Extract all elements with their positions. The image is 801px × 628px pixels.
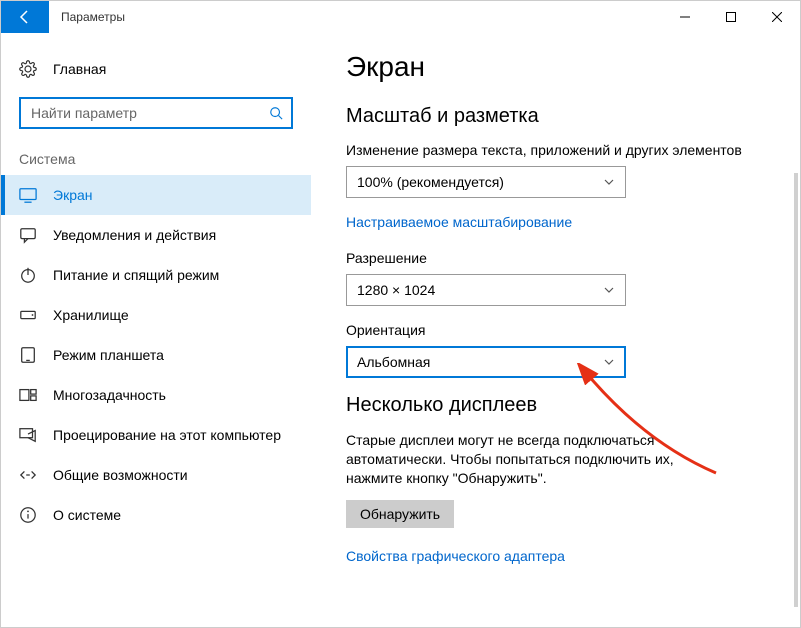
shared-icon	[19, 466, 37, 484]
resolution-label: Разрешение	[346, 250, 780, 266]
maximize-icon	[726, 12, 736, 22]
home-label: Главная	[53, 61, 106, 77]
chevron-down-icon	[603, 356, 615, 368]
orientation-combo[interactable]: Альбомная	[346, 346, 626, 378]
close-icon	[772, 12, 782, 22]
display-icon	[19, 186, 37, 204]
multitask-icon	[19, 386, 37, 404]
chevron-down-icon	[603, 284, 615, 296]
nav-item-tablet[interactable]: Режим планшета	[1, 335, 311, 375]
maximize-button[interactable]	[708, 1, 754, 33]
nav-label: Уведомления и действия	[53, 227, 216, 243]
sidebar: Главная Система Экран Уведомле	[1, 33, 311, 627]
nav-list: Экран Уведомления и действия Питание и с…	[1, 175, 311, 535]
nav-item-projecting[interactable]: Проецирование на этот компьютер	[1, 415, 311, 455]
nav-item-notifications[interactable]: Уведомления и действия	[1, 215, 311, 255]
window-controls	[662, 1, 800, 33]
gear-icon	[19, 60, 37, 78]
nav-label: Многозадачность	[53, 387, 166, 403]
titlebar: Параметры	[1, 1, 800, 33]
close-button[interactable]	[754, 1, 800, 33]
window-title: Параметры	[49, 1, 125, 33]
orientation-label: Ориентация	[346, 322, 780, 338]
scrollbar[interactable]	[794, 173, 798, 607]
project-icon	[19, 426, 37, 444]
main-content: Экран Масштаб и разметка Изменение разме…	[311, 33, 800, 627]
nav-item-about[interactable]: О системе	[1, 495, 311, 535]
nav-label: Общие возможности	[53, 467, 188, 483]
nav-item-display[interactable]: Экран	[1, 175, 311, 215]
info-icon	[19, 506, 37, 524]
chat-icon	[19, 226, 37, 244]
arrow-left-icon	[17, 9, 33, 25]
settings-window: Параметры Главная	[0, 0, 801, 628]
nav-label: О системе	[53, 507, 121, 523]
scale-label: Изменение размера текста, приложений и д…	[346, 142, 780, 158]
nav-item-multitasking[interactable]: Многозадачность	[1, 375, 311, 415]
minimize-button[interactable]	[662, 1, 708, 33]
section-scale-heading: Масштаб и разметка	[346, 105, 780, 128]
orientation-value: Альбомная	[357, 354, 430, 370]
storage-icon	[19, 306, 37, 324]
multi-desc: Старые дисплеи могут не всегда подключат…	[346, 431, 726, 488]
tablet-icon	[19, 346, 37, 364]
resolution-value: 1280 × 1024	[357, 282, 435, 298]
nav-item-power[interactable]: Питание и спящий режим	[1, 255, 311, 295]
home-nav[interactable]: Главная	[1, 51, 311, 87]
search-box[interactable]	[19, 97, 293, 129]
search-icon	[269, 106, 283, 120]
section-multi-heading: Несколько дисплеев	[346, 394, 780, 417]
back-button[interactable]	[1, 1, 49, 33]
scale-value: 100% (рекомендуется)	[357, 174, 504, 190]
nav-label: Экран	[53, 187, 93, 203]
scale-combo[interactable]: 100% (рекомендуется)	[346, 166, 626, 198]
nav-label: Проецирование на этот компьютер	[53, 427, 281, 443]
chevron-down-icon	[603, 176, 615, 188]
nav-label: Хранилище	[53, 307, 129, 323]
sidebar-group-title: Система	[1, 147, 311, 175]
power-icon	[19, 266, 37, 284]
search-input[interactable]	[31, 105, 269, 121]
detect-button[interactable]: Обнаружить	[346, 500, 454, 528]
nav-label: Режим планшета	[53, 347, 164, 363]
nav-item-shared[interactable]: Общие возможности	[1, 455, 311, 495]
adapter-properties-link[interactable]: Свойства графического адаптера	[346, 548, 565, 564]
page-title: Экран	[346, 51, 780, 83]
custom-scaling-link[interactable]: Настраиваемое масштабирование	[346, 214, 572, 230]
minimize-icon	[680, 12, 690, 22]
nav-item-storage[interactable]: Хранилище	[1, 295, 311, 335]
nav-label: Питание и спящий режим	[53, 267, 219, 283]
resolution-combo[interactable]: 1280 × 1024	[346, 274, 626, 306]
